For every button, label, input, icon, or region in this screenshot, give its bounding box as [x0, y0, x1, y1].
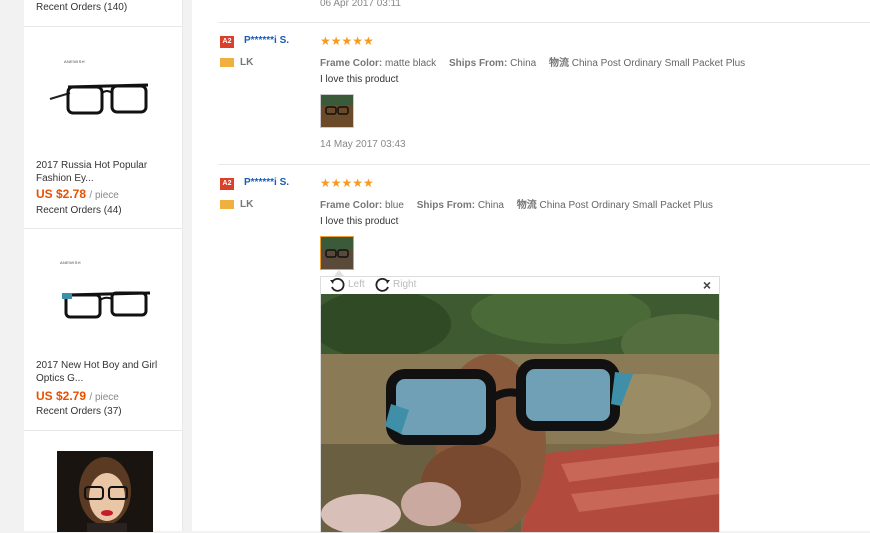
product-price: US $2.79 / piece: [36, 389, 119, 403]
rotate-right-label: Right: [393, 279, 417, 290]
attr-value: China Post Ordinary Small Packet Plus: [539, 200, 713, 211]
buyer-name: P******i S.: [244, 35, 290, 46]
photo-viewer: Left Right ×: [320, 276, 720, 533]
related-products-sidebar: Recent Orders (140) ANEWISH 2017 Russia …: [24, 0, 183, 532]
glasses-black-image[interactable]: [44, 71, 164, 159]
attr-label: Frame Color:: [320, 200, 383, 211]
product-title[interactable]: 2017 Russia Hot Popular Fashion Ey...: [36, 159, 176, 185]
price-value: US $2.79: [36, 389, 87, 403]
rating-stars: ★★★★★: [320, 34, 374, 48]
country-flag-icon: [220, 58, 234, 67]
review-date: 06 Apr 2017 03:11: [320, 0, 401, 9]
buyer-country: LK: [240, 57, 254, 68]
buyer-name: P******i S.: [244, 177, 290, 188]
attr-value: matte black: [385, 58, 437, 69]
feedback-panel: 06 Apr 2017 03:11 A2 P******i S. LK ★★★★…: [192, 0, 870, 533]
attr-value: China: [510, 58, 537, 69]
product-card[interactable]: [24, 430, 182, 532]
review-photo-enlarged: [321, 294, 719, 532]
product-orders: Recent Orders (44): [36, 205, 122, 216]
price-value: US $2.78: [36, 187, 87, 201]
country-flag-icon: [220, 200, 234, 209]
order-attributes: Frame Color: matte black Ships From: Chi…: [320, 54, 745, 69]
product-brand: ANEWISH: [64, 59, 85, 64]
attr-label: 物流: [516, 200, 537, 211]
rotate-left-icon: [330, 277, 345, 292]
review-photo-thumbnail[interactable]: [320, 94, 354, 128]
review-date: 14 May 2017 03:43: [320, 139, 406, 150]
attr-value: China Post Ordinary Small Packet Plus: [571, 58, 746, 69]
buyer-country: LK: [240, 199, 254, 210]
attr-value: China: [477, 200, 504, 211]
product-price: US $2.78 / piece: [36, 187, 119, 201]
review-photo-thumbnail[interactable]: [320, 236, 354, 270]
product-card[interactable]: ANEWISH 2017 Russia Hot Popular Fashion …: [24, 26, 182, 229]
review-divider: [218, 164, 870, 165]
product-brand: ANEWISH: [60, 260, 81, 265]
product-orders: Recent Orders (37): [36, 406, 122, 417]
rating-stars: ★★★★★: [320, 176, 374, 190]
order-attributes: Frame Color: blue Ships From: China 物流 C…: [320, 196, 713, 211]
product-title[interactable]: 2017 New Hot Boy and Girl Optics G...: [36, 359, 176, 385]
buyer-level-badge: A2: [220, 36, 234, 48]
rotate-right-icon: [375, 277, 390, 292]
glasses-blue-image[interactable]: [44, 271, 164, 359]
buyer-level-badge: A2: [220, 178, 234, 190]
product-card[interactable]: ANEWISH 2017 New Hot Boy and Girl Optics…: [24, 228, 182, 431]
viewer-toolbar: Left Right ×: [321, 277, 719, 293]
attr-label: Ships From:: [448, 58, 508, 69]
price-unit: / piece: [89, 392, 119, 403]
close-icon[interactable]: ×: [703, 277, 711, 293]
rotate-left-label: Left: [348, 279, 365, 290]
review-divider: [218, 22, 870, 23]
price-unit: / piece: [89, 190, 119, 201]
attr-label: Frame Color:: [320, 58, 383, 69]
review-text: I love this product: [320, 74, 399, 85]
attr-value: blue: [385, 200, 404, 211]
review-text: I love this product: [320, 216, 399, 227]
recent-orders-label: Recent Orders (140): [36, 2, 128, 13]
attr-label: Ships From:: [416, 200, 476, 211]
attr-label: 物流: [548, 58, 569, 69]
model-photo[interactable]: [57, 451, 153, 532]
